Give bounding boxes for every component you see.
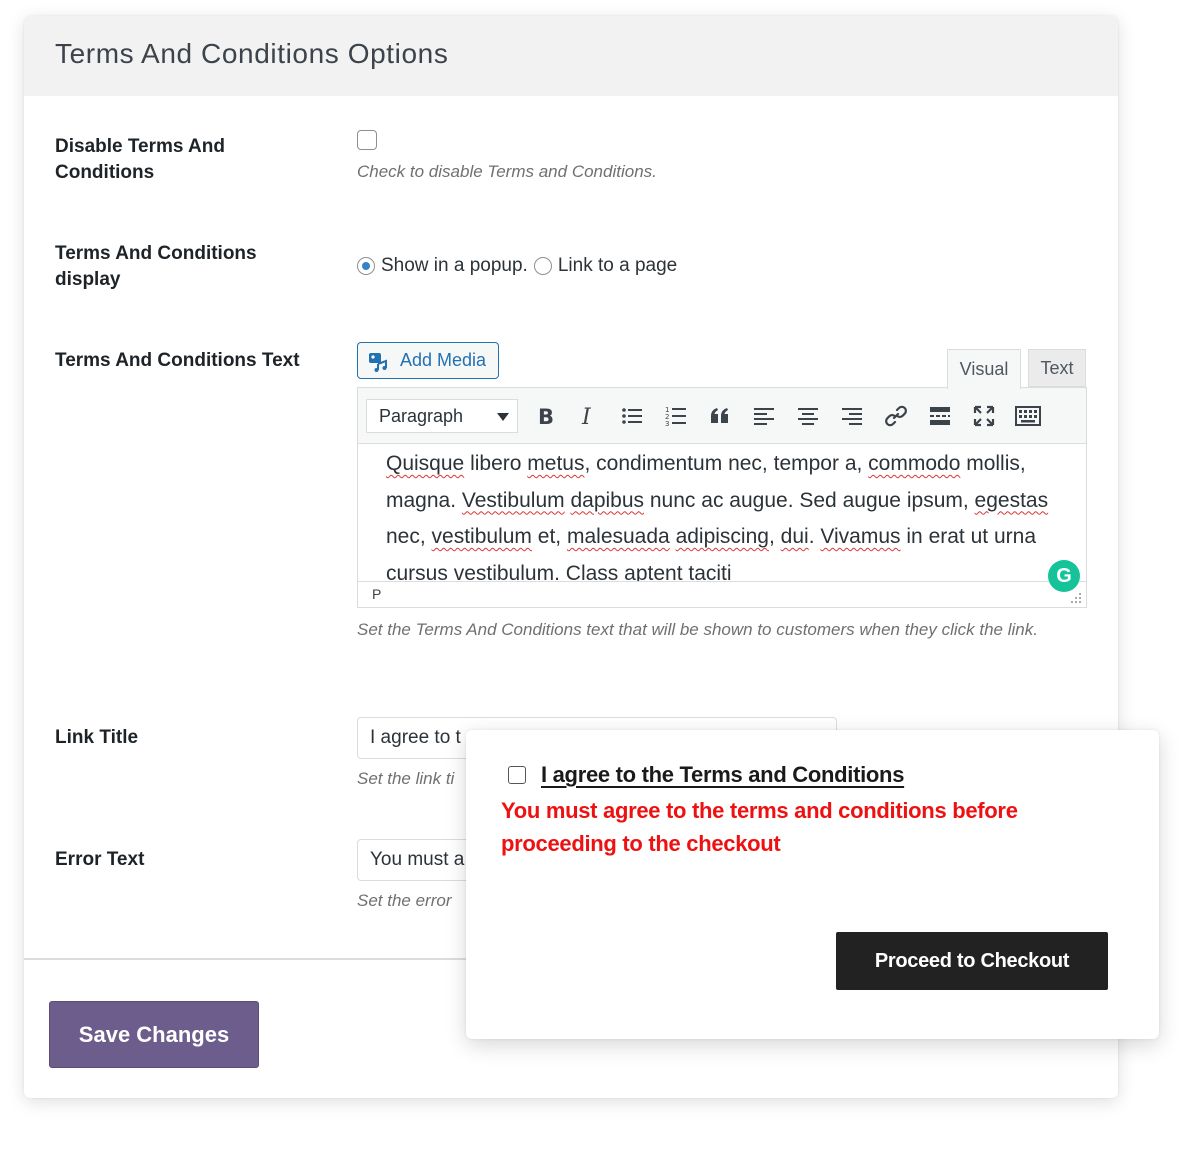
panel-title: Terms And Conditions Options [55,38,449,69]
save-changes-button[interactable]: Save Changes [49,1001,259,1068]
format-select[interactable]: Paragraph [366,399,518,433]
terms-error-message: You must agree to the terms and conditio… [501,798,1018,856]
resize-handle-icon[interactable] [1070,592,1082,604]
caret-down-icon [497,413,509,421]
element-path[interactable]: P [372,586,381,602]
checkout-preview-card: I agree to the Terms and Conditions You … [466,730,1159,1039]
link-title-description: Set the link ti [357,769,455,788]
format-select-value: Paragraph [379,405,464,426]
panel-header: Terms And Conditions Options [24,16,1118,96]
agree-checkbox[interactable] [508,766,526,784]
editor-paragraph: Quisque libero metus, condimentum nec, t… [386,452,1049,582]
bullet-list-icon[interactable] [617,402,647,430]
editor-statusbar: P [358,581,1086,607]
tab-visual[interactable]: Visual [947,349,1021,389]
link-title-label: Link Title [55,727,139,748]
toolbar-toggle-icon[interactable] [1013,402,1043,430]
align-right-icon[interactable] [837,402,867,430]
text-description: Set the Terms And Conditions text that w… [357,620,1038,639]
blockquote-icon[interactable] [705,402,735,430]
disable-description: Check to disable Terms and Conditions. [357,162,657,181]
read-more-icon[interactable] [925,402,955,430]
radio-show-popup[interactable] [357,257,375,275]
bold-icon[interactable]: B [530,402,560,430]
numbered-list-icon[interactable]: 1 2 3 [661,402,691,430]
tab-text[interactable]: Text [1028,349,1086,387]
media-icon [369,352,387,372]
radio-link-page[interactable] [533,257,552,275]
grammarly-icon[interactable]: G [1048,560,1080,592]
display-radio-group: Show in a popup. Link to a page [357,255,683,277]
agree-terms-link[interactable]: I agree to the Terms and Conditions [541,762,904,788]
italic-icon[interactable]: I [573,402,603,430]
add-media-button[interactable]: Add Media [357,342,499,379]
error-text-label: Error Text [55,849,145,870]
add-media-label: Add Media [400,350,487,370]
error-text-description: Set the error [357,891,452,910]
editor-content[interactable]: Quisque libero metus, condimentum nec, t… [358,444,1086,582]
svg-text:B: B [538,405,554,427]
link-icon[interactable] [881,402,911,430]
proceed-to-checkout-button[interactable]: Proceed to Checkout [836,932,1108,990]
disable-label: Disable Terms And Conditions [55,136,225,183]
text-label: Terms And Conditions Text [55,350,300,371]
editor-toolbar: Paragraph B I 1 2 3 [358,388,1086,444]
radio-link-page-label[interactable]: Link to a page [558,255,677,277]
fullscreen-icon[interactable] [969,402,999,430]
svg-text:I: I [581,405,592,427]
disable-checkbox[interactable] [357,130,377,150]
align-center-icon[interactable] [793,402,823,430]
radio-show-popup-label[interactable]: Show in a popup. [381,255,528,277]
align-left-icon[interactable] [749,402,779,430]
display-label: Terms And Conditions display [55,243,257,290]
svg-text:3: 3 [665,420,669,427]
rich-text-editor: Paragraph B I 1 2 3 Quisque libero metus… [357,387,1087,608]
